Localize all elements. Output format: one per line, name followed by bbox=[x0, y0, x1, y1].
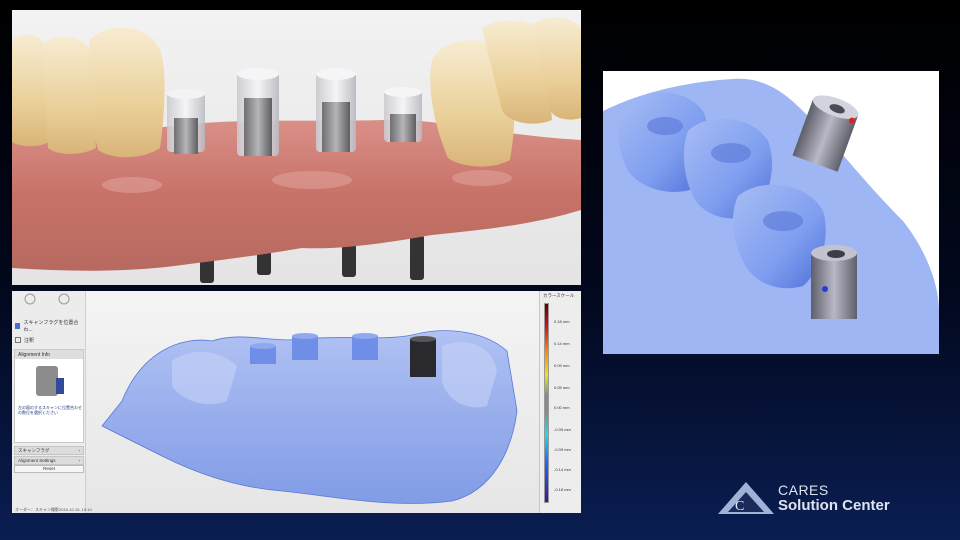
cares-software-window: スキャンフラグを位置合わ... 注釈 Alignment Info 左の図のする… bbox=[12, 291, 581, 513]
scan-body-2 bbox=[292, 333, 318, 360]
color-scale-title: カラースケール bbox=[543, 293, 575, 298]
scan-flag-4 bbox=[384, 87, 422, 142]
reset-button[interactable]: Reset bbox=[14, 465, 84, 473]
scale-label: -0.09 mm bbox=[554, 447, 571, 452]
scale-label: 0.00 mm bbox=[554, 405, 570, 410]
sidebar-toolbar bbox=[12, 291, 85, 319]
align-icon bbox=[15, 323, 21, 329]
abutment-scan-view bbox=[603, 71, 939, 354]
logo-mark-icon: C bbox=[718, 482, 774, 514]
alignment-info-box: Alignment Info 左の図のするスキャンに位置合わせの数位を選択くださ… bbox=[14, 349, 84, 443]
alignment-info-title: Alignment Info bbox=[15, 350, 83, 359]
scale-label: 0.14 mm bbox=[554, 341, 570, 346]
status-bar: オーダー：スキャン撮影2015-10-15, 15:10 bbox=[15, 507, 92, 512]
cares-logo: C CARES Solution Center bbox=[716, 480, 936, 516]
note-label: 注釈 bbox=[24, 337, 35, 344]
scan-position-label: スキャンフラグを位置合わ... bbox=[23, 320, 79, 333]
scan-flag-1 bbox=[167, 89, 205, 154]
scale-label: -0.05 mm bbox=[554, 427, 571, 432]
tooth-thumbnail-icon bbox=[24, 293, 70, 305]
scale-label: 0.18 mm bbox=[554, 319, 570, 324]
scan-flag-3 bbox=[316, 68, 356, 152]
alignment-instruction: 左の図のするスキャンに位置合わせの数位を選択ください bbox=[18, 405, 82, 415]
chevron-right-icon: › bbox=[78, 458, 81, 463]
alignment-settings-label: Alignment Settings bbox=[18, 458, 56, 463]
scanflag-menu[interactable]: スキャンフラグ › bbox=[14, 446, 84, 455]
scan-body-1 bbox=[250, 343, 276, 364]
scan-position-item[interactable]: スキャンフラグを位置合わ... bbox=[12, 319, 85, 333]
color-scale-panel: カラースケール 0.18 mm 0.14 mm 0.09 mm 0.05 mm … bbox=[539, 291, 581, 513]
scale-label: 0.05 mm bbox=[554, 385, 570, 390]
scanflag-menu-label: スキャンフラグ bbox=[18, 448, 50, 453]
chevron-right-icon: › bbox=[78, 448, 81, 453]
tooth-left-3 bbox=[88, 27, 165, 158]
intraoral-scan-view bbox=[12, 10, 581, 285]
blue-marker-icon bbox=[822, 286, 828, 292]
note-item[interactable]: 注釈 bbox=[12, 333, 85, 347]
scale-label: -0.14 mm bbox=[554, 467, 571, 472]
scan-body-4-selected bbox=[410, 336, 436, 377]
scan-flag-2 bbox=[237, 68, 279, 156]
intraoral-scan-render bbox=[12, 17, 581, 283]
tooth-left-2 bbox=[42, 36, 96, 155]
implant-abutment bbox=[811, 245, 857, 319]
scan-body-3 bbox=[352, 333, 378, 360]
abutment-scan-render bbox=[603, 78, 939, 354]
model-viewport[interactable] bbox=[12, 291, 581, 513]
alignment-preview-image bbox=[36, 366, 64, 396]
logo-line1: CARES bbox=[778, 482, 829, 498]
sidebar: スキャンフラグを位置合わ... 注釈 Alignment Info 左の図のする… bbox=[12, 291, 86, 513]
color-scale-bar bbox=[544, 303, 549, 503]
scale-label: 0.09 mm bbox=[554, 363, 570, 368]
note-icon bbox=[15, 337, 21, 343]
logo-line2: Solution Center bbox=[778, 497, 890, 514]
scale-label: -0.18 mm bbox=[554, 487, 571, 492]
alignment-settings-menu[interactable]: Alignment Settings › bbox=[14, 456, 84, 465]
svg-text:C: C bbox=[735, 499, 744, 514]
